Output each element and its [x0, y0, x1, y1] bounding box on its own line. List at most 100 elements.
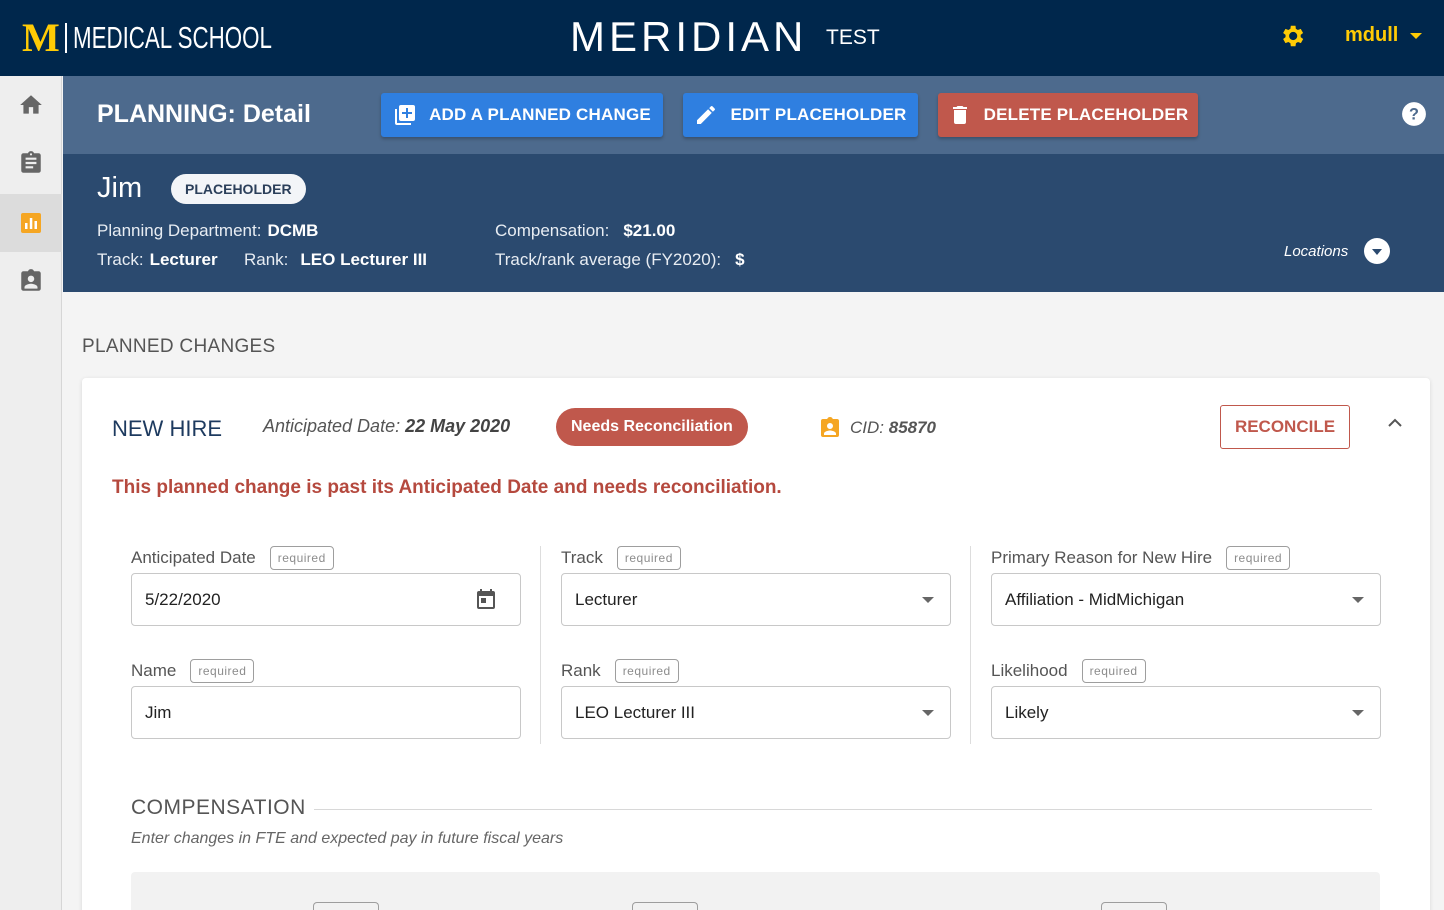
nav-clipboard[interactable]: [0, 134, 62, 192]
name-field: Name required Jim: [131, 655, 521, 768]
compensation-heading: COMPENSATION: [131, 796, 306, 819]
field-label: Likelihood: [991, 661, 1068, 680]
pencil-icon: [697, 106, 716, 124]
logo-divider: [64, 23, 67, 53]
name-field-label: Name required: [131, 659, 255, 683]
anticipated-date-value: 22 May 2020: [405, 416, 511, 436]
track-rank-average-label: Track/rank average (FY2020):: [495, 250, 722, 269]
nav-badge[interactable]: [0, 252, 62, 310]
page-header: PLANNING: Detail ADD A PLANNED CHANGE ED…: [63, 76, 1444, 154]
delete-placeholder-button[interactable]: DELETE PLACEHOLDER: [938, 93, 1198, 137]
form-column-2: Track required Lecturer Rank required LE…: [561, 542, 951, 768]
track-label: Track:: [97, 250, 144, 269]
likelihood-field: Likelihood required Likely: [991, 655, 1381, 768]
track-select-value: Lecturer: [575, 589, 638, 609]
column-divider: [540, 546, 541, 744]
locations-toggle[interactable]: Locations: [1284, 238, 1391, 264]
badge-icon: [21, 269, 41, 291]
nav-home[interactable]: [0, 76, 62, 134]
home-icon: [20, 95, 42, 114]
required-tag: [1101, 902, 1167, 910]
placeholder-badge: PLACEHOLDER: [171, 174, 306, 204]
required-tag: [632, 902, 698, 910]
primary-reason-field-label: Primary Reason for New Hire required: [991, 546, 1291, 570]
reconcile-button[interactable]: RECONCILE: [1220, 405, 1350, 449]
likelihood-select[interactable]: Likely: [991, 686, 1381, 739]
edit-placeholder-button[interactable]: EDIT PLACEHOLDER: [683, 93, 918, 137]
required-tag: required: [269, 546, 334, 570]
cid-label: CID:: [850, 418, 884, 437]
required-tag: [313, 902, 379, 910]
track-select[interactable]: Lecturer: [561, 573, 951, 626]
compensation-subtitle: Enter changes in FTE and expected pay in…: [131, 830, 564, 847]
required-tag: required: [1081, 659, 1146, 683]
track-rank-average-value: $: [735, 250, 745, 269]
column-divider: [970, 546, 971, 744]
chevron-up-icon[interactable]: [1385, 416, 1405, 430]
add-planned-change-label: ADD A PLANNED CHANGE: [429, 105, 651, 124]
form-column-3: Primary Reason for New Hire required Aff…: [991, 542, 1381, 768]
compensation-value: $21.00: [623, 221, 676, 240]
medical-school-logo[interactable]: M MEDICAL SCHOOL: [22, 18, 349, 58]
chevron-down-icon[interactable]: [1364, 238, 1391, 264]
bar-chart-icon: [21, 213, 41, 233]
primary-reason-select[interactable]: Affiliation - MidMichigan: [991, 573, 1381, 626]
rank: Rank: LEO Lecturer III: [244, 250, 427, 270]
name-input[interactable]: Jim: [131, 686, 521, 739]
planned-changes-heading: PLANNED CHANGES: [82, 336, 276, 357]
change-type: NEW HIRE: [112, 416, 222, 441]
status-badge: Needs Reconciliation: [556, 408, 748, 446]
rank-label: Rank:: [244, 250, 289, 269]
gear-icon[interactable]: [1278, 22, 1306, 50]
primary-reason-select-value: Affiliation - MidMichigan: [1005, 589, 1185, 609]
calendar-icon[interactable]: [474, 587, 498, 611]
likelihood-field-label: Likelihood required: [991, 659, 1146, 683]
block-m-logo: M: [22, 15, 60, 60]
track-field-label: Track required: [561, 546, 681, 570]
top-app-bar: M MEDICAL SCHOOL MERIDIAN TEST mdull: [0, 0, 1444, 76]
planning-department-value: DCMB: [267, 221, 319, 240]
trash-icon: [952, 106, 967, 124]
environment-label: TEST: [826, 26, 880, 49]
cid-value: 85870: [888, 418, 937, 437]
field-label: Anticipated Date: [131, 548, 256, 567]
locations-label: Locations: [1284, 242, 1349, 260]
user-menu[interactable]: mdull: [1345, 24, 1423, 47]
compensation-divider: [314, 809, 1372, 810]
badge-icon: [821, 417, 839, 437]
compensation-label: Compensation:: [495, 221, 610, 240]
required-tag: required: [1226, 546, 1291, 570]
person-name: Jim: [97, 172, 143, 204]
required-tag: required: [614, 659, 679, 683]
main-content: PLANNED CHANGES NEW HIRE Anticipated Dat…: [63, 292, 1444, 910]
add-planned-change-button[interactable]: ADD A PLANNED CHANGE: [381, 93, 663, 137]
anticipated-date-input[interactable]: 5/22/2020: [131, 573, 521, 626]
app-title: MERIDIAN: [570, 13, 808, 60]
anticipated-date-summary: Anticipated Date: 22 May 2020: [263, 416, 510, 437]
page-title: PLANNING: Detail: [97, 100, 311, 128]
planning-department: Planning Department: DCMB: [97, 221, 318, 241]
name-input-value: Jim: [145, 702, 172, 722]
caret-down-icon: [1410, 32, 1423, 39]
edit-placeholder-label: EDIT PLACEHOLDER: [730, 105, 907, 124]
brand-text: MEDICAL SCHOOL: [72, 20, 272, 55]
required-tag: required: [190, 659, 255, 683]
field-label: Name: [131, 661, 177, 680]
rank-field-label: Rank required: [561, 659, 679, 683]
form-column-1: Anticipated Date required 5/22/2020 Name…: [131, 542, 521, 768]
nav-planning[interactable]: [0, 194, 62, 252]
left-nav: [0, 76, 62, 910]
anticipated-date-field: Anticipated Date required 5/22/2020: [131, 542, 521, 655]
planned-change-card: NEW HIRE Anticipated Date: 22 May 2020 N…: [82, 378, 1430, 910]
rank-field: Rank required LEO Lecturer III: [561, 655, 951, 768]
track: Track: Lecturer: [97, 250, 218, 270]
delete-placeholder-label: DELETE PLACEHOLDER: [983, 105, 1189, 124]
add-box-icon: [395, 105, 416, 125]
dropdown-arrow-icon: [922, 710, 934, 716]
primary-reason-field: Primary Reason for New Hire required Aff…: [991, 542, 1381, 655]
field-label: Primary Reason for New Hire: [991, 548, 1213, 567]
rank-select[interactable]: LEO Lecturer III: [561, 686, 951, 739]
username: mdull: [1345, 24, 1399, 46]
help-icon[interactable]: ?: [1401, 101, 1427, 127]
anticipated-date-field-label: Anticipated Date required: [131, 546, 334, 570]
